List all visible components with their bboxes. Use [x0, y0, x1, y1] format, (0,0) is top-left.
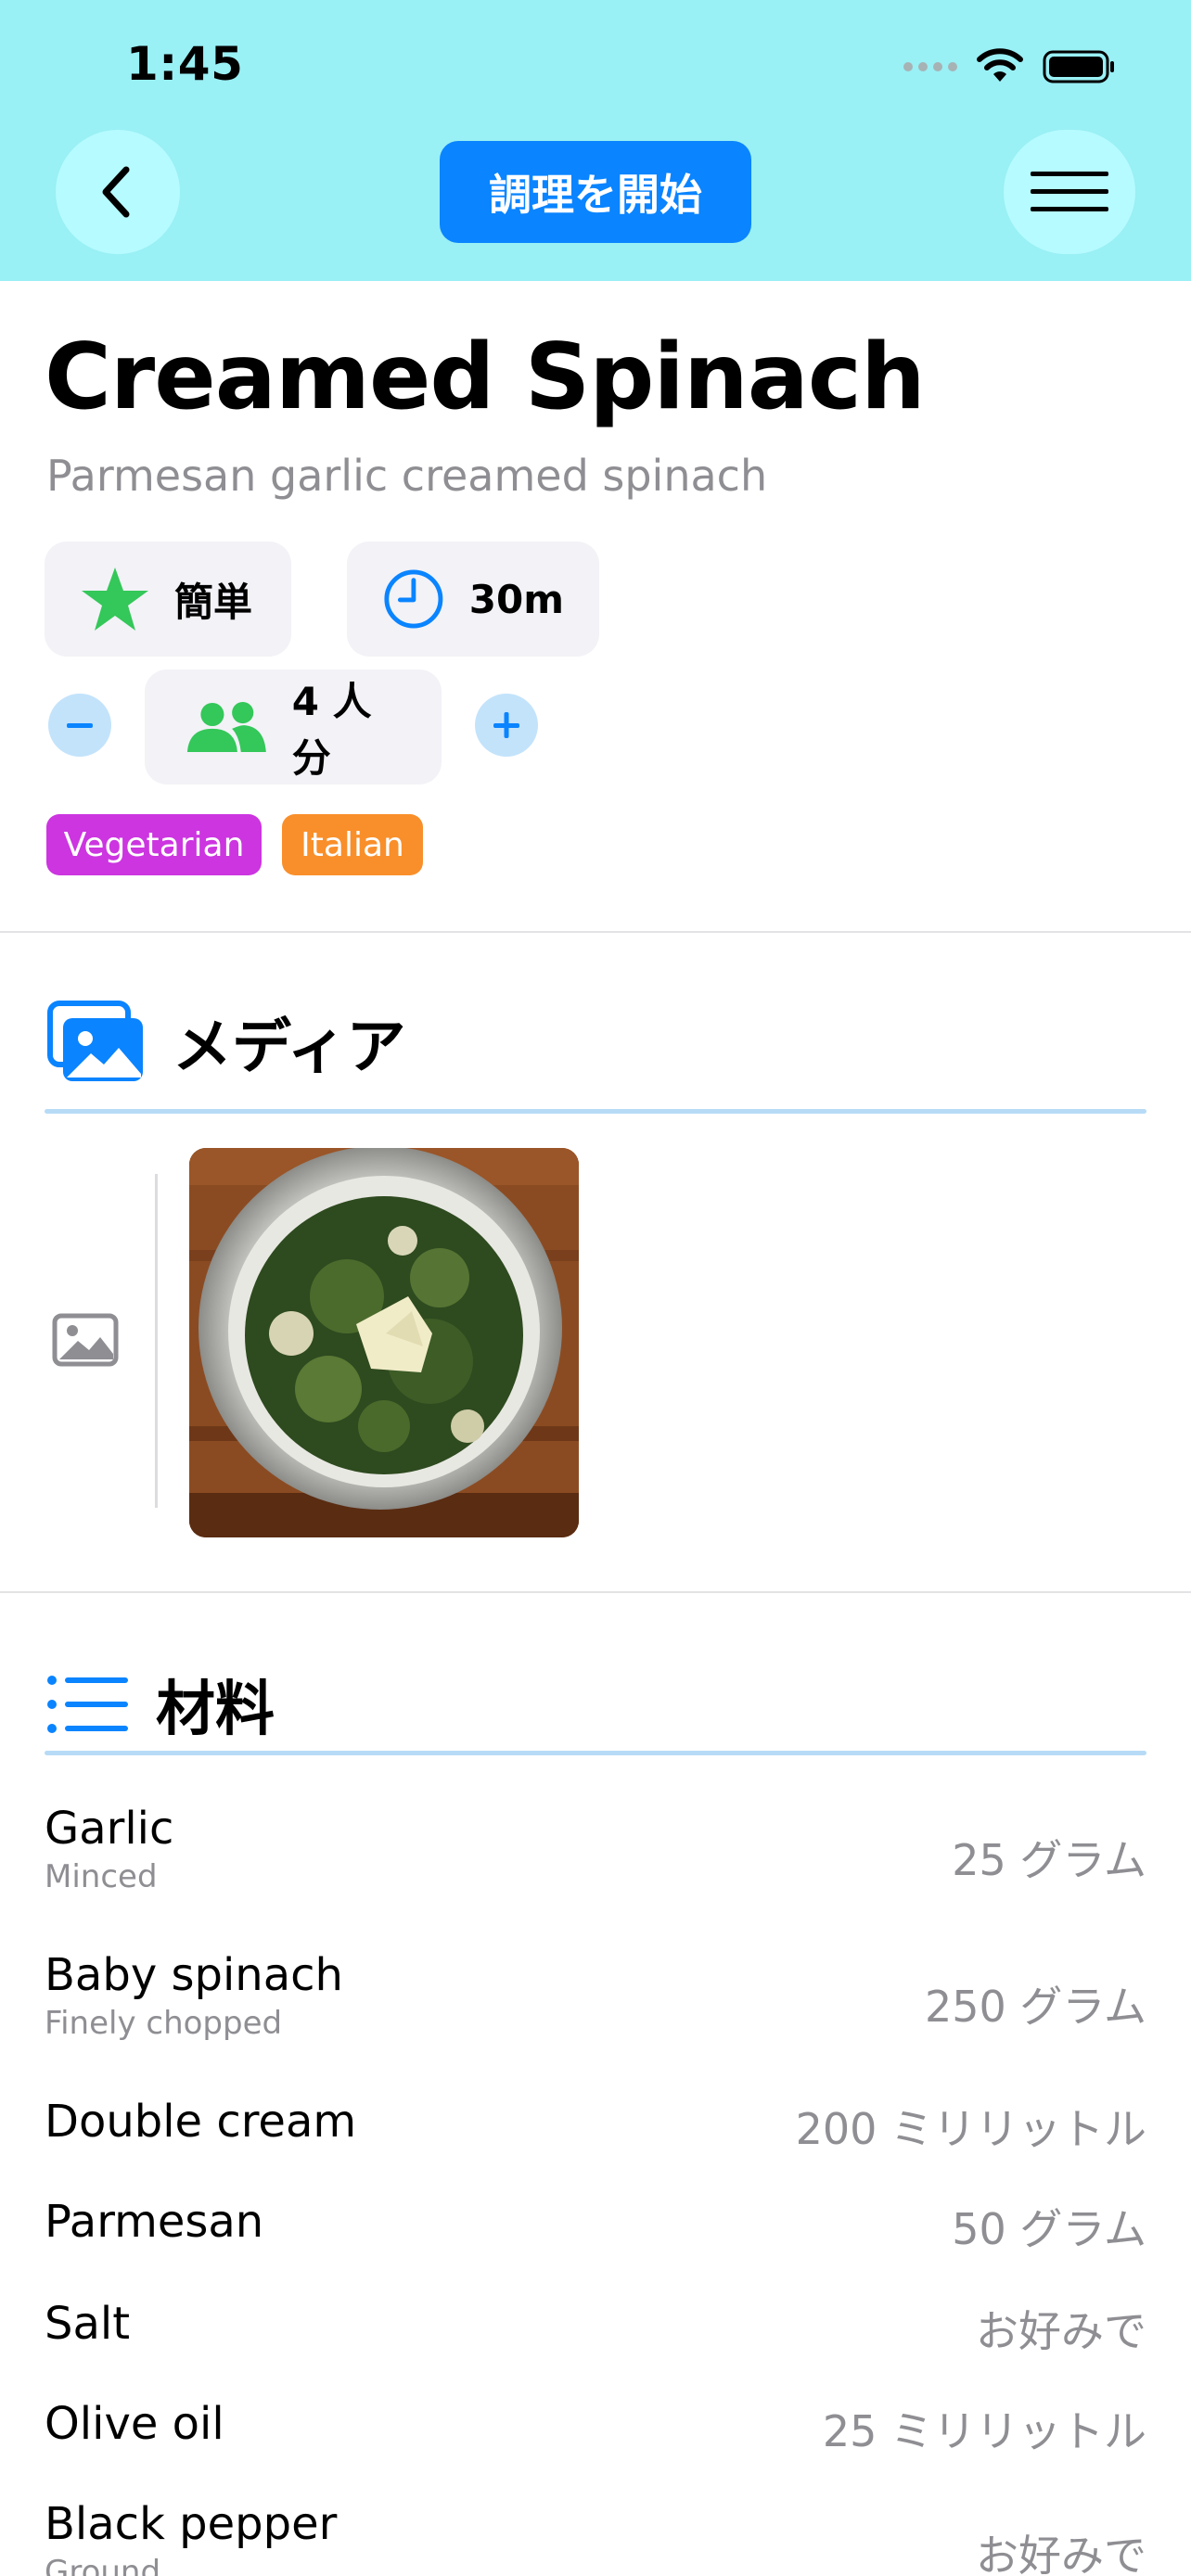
decrease-servings-button[interactable]: [48, 694, 111, 757]
ingredient-row: Baby spinach Finely chopped 250 グラム: [45, 1949, 1146, 2042]
recipe-subtitle: Parmesan garlic creamed spinach: [46, 451, 768, 501]
media-section-title: メディア: [173, 1014, 406, 1082]
ingredient-quantity: 200 ミリリットル: [795, 2104, 1146, 2154]
ingredients-section-title: 材料: [156, 1676, 275, 1744]
cellular-signal-icon: [903, 62, 957, 71]
media-section-header: メディア: [46, 1000, 406, 1085]
ingredient-quantity: 25 グラム: [952, 1835, 1146, 1885]
recipe-photo[interactable]: [189, 1148, 579, 1537]
ingredient-row: Parmesan 50 グラム: [45, 2196, 1146, 2254]
list-icon: [47, 1676, 128, 1733]
ingredient-quantity: 50 グラム: [952, 2204, 1146, 2254]
hamburger-menu-icon: [1031, 172, 1108, 211]
ingredient-quantity: 25 ミリリットル: [822, 2406, 1146, 2456]
clock-icon: [384, 569, 443, 629]
section-divider: [0, 1591, 1191, 1593]
battery-icon: [1043, 50, 1114, 83]
media-section-underline: [45, 1109, 1146, 1114]
header-bar: 1:45 調理を開始: [0, 0, 1191, 281]
chevron-left-icon: [102, 166, 130, 218]
difficulty-label: 簡単: [174, 579, 253, 625]
wifi-icon: [977, 48, 1023, 82]
ingredient-quantity: お好みで: [976, 2531, 1146, 2576]
ingredient-row: Double cream 200 ミリリットル: [45, 2096, 1146, 2154]
tag-italian[interactable]: Italian: [282, 814, 423, 875]
ingredients-section-underline: [45, 1751, 1146, 1755]
menu-button[interactable]: [1004, 130, 1135, 254]
plus-icon: [493, 712, 519, 738]
star-icon: [82, 567, 148, 631]
ingredient-row: Garlic Minced 25 グラム: [45, 1803, 1146, 1895]
time-label: 30m: [468, 576, 564, 622]
recipe-page: 1:45 調理を開始 Creamed Spinach Parmesan garl…: [0, 0, 1191, 2576]
status-time: 1:45: [126, 37, 244, 91]
difficulty-badge: 簡単: [45, 542, 291, 657]
ingredient-quantity: お好みで: [976, 2306, 1146, 2356]
back-button[interactable]: [56, 130, 180, 254]
section-divider: [0, 931, 1191, 933]
image-placeholder-icon[interactable]: [52, 1313, 119, 1367]
start-cooking-button[interactable]: 調理を開始: [440, 141, 751, 243]
ingredients-section-header: 材料: [46, 1662, 275, 1747]
photos-icon: [47, 1001, 143, 1081]
ingredient-row: Salt お好みで: [45, 2298, 1146, 2356]
media-separator: [155, 1174, 158, 1508]
increase-servings-button[interactable]: [475, 694, 538, 757]
tag-vegetarian[interactable]: Vegetarian: [46, 814, 262, 875]
ingredient-quantity: 250 グラム: [924, 1982, 1146, 2032]
minus-icon: [67, 723, 93, 728]
ingredient-row: Olive oil 25 ミリリットル: [45, 2398, 1146, 2456]
ingredient-row: Black pepper Ground お好みで: [45, 2498, 1146, 2576]
time-badge: 30m: [347, 542, 599, 657]
creamed-spinach-photo-image: [189, 1148, 579, 1537]
servings-badge: 4 人分: [145, 670, 442, 784]
servings-label: 4 人分: [291, 679, 372, 781]
people-icon: [186, 701, 266, 753]
recipe-title: Creamed Spinach: [45, 325, 926, 430]
status-icons: [903, 45, 1117, 89]
